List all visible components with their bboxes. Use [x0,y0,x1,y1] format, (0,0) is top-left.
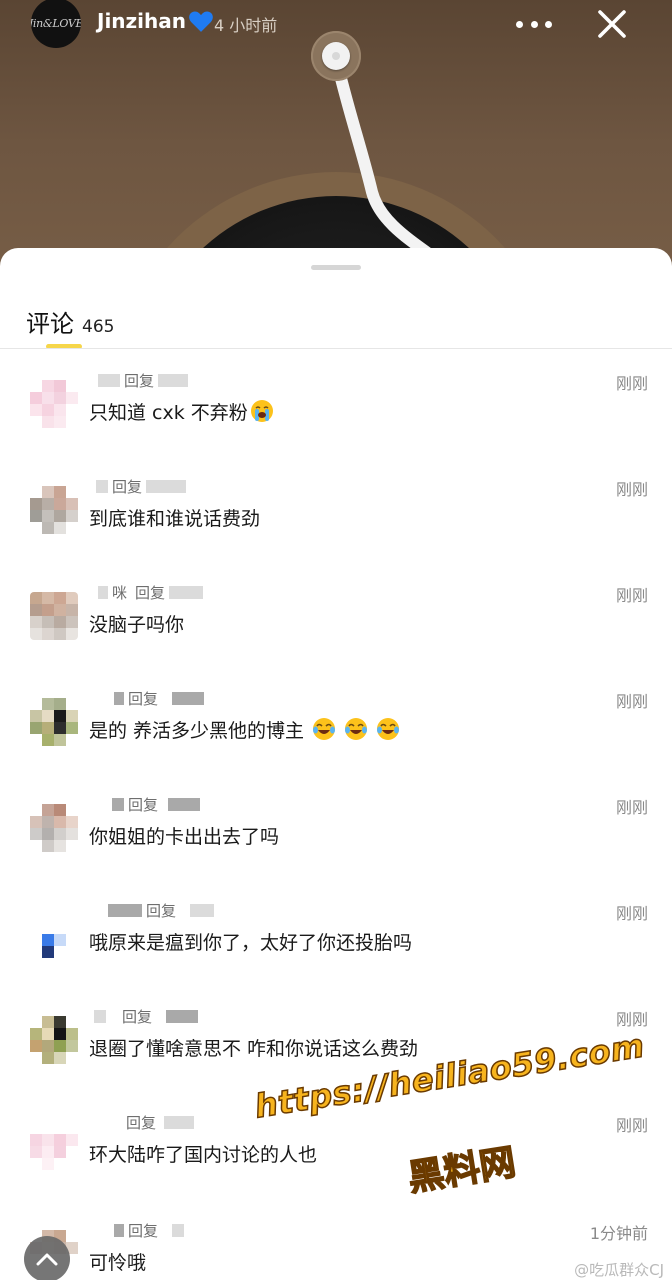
comment-text: 哦原来是瘟到你了，太好了你还投胎吗 [89,932,413,954]
author-name[interactable]: Jinzihan [97,9,214,33]
tears-of-joy-icon [345,718,368,740]
comment-text: 环大陆咋了国内讨论的人也 [89,1144,318,1166]
comment-item[interactable]: 回复 可怜哦 1分钟前 [0,1218,672,1280]
header-divider [0,348,672,349]
commenter-avatar[interactable] [30,910,78,958]
comment-text: 只知道 cxk 不弃粉 [89,398,274,425]
comment-meta: 咪 回复 [92,581,204,603]
username-fragment: 咪 [112,583,128,602]
commenter-avatar[interactable] [30,486,78,534]
comment-time: 刚刚 [615,374,648,393]
comments-sheet: 评论 465 回复 只知道 cxk 不弃粉 刚刚 回复 到底谁和谁说话费劲 刚刚… [0,248,672,1280]
redacted-username [98,585,108,599]
commenter-avatar[interactable] [30,592,78,640]
comment-time: 刚刚 [615,692,648,711]
comment-meta: 回复 [92,1219,185,1241]
sheet-grabber[interactable] [311,265,361,270]
comment-meta: 回复 [92,687,205,709]
redacted-username [146,479,187,493]
redacted-username [98,373,120,387]
comment-item[interactable]: 回复 你姐姐的卡出出去了吗 刚刚 [0,792,672,898]
comment-text: 到底谁和谁说话费劲 [89,508,261,530]
redacted-username [114,691,124,705]
author-avatar[interactable]: Jin&LOVE [31,0,81,48]
comment-meta: 回复 [92,1111,195,1133]
weibo-watermark: @吃瓜群众CJ [574,1261,664,1279]
comment-text: 是的 养活多少黑他的博主 [89,716,400,743]
redacted-username [96,479,108,493]
comment-meta: 回复 [92,899,215,921]
redacted-username [114,1223,124,1237]
redacted-username [168,797,201,811]
redacted-username [108,903,142,917]
scroll-to-top-button[interactable] [24,1236,70,1280]
comment-time: 刚刚 [615,480,648,499]
redacted-username [190,903,215,917]
reply-label: 回复 [135,583,166,602]
comment-meta: 回复 [92,793,201,815]
comments-tab[interactable]: 评论 465 [26,304,114,339]
reply-label: 回复 [128,1221,159,1240]
redacted-username [172,691,205,705]
reply-label: 回复 [146,901,177,920]
loudly-crying-face-icon [250,400,273,422]
redacted-username [158,373,189,387]
comment-meta: 回复 [92,1005,199,1027]
redacted-username [172,1223,185,1237]
close-icon[interactable] [594,6,630,42]
comment-time: 1分钟前 [589,1224,648,1243]
comment-text: 退圈了懂啥意思不 咋和你说话这么费劲 [89,1038,419,1060]
post-time: 4 小时前 [214,16,278,35]
comments-title: 评论 [26,310,74,338]
tears-of-joy-icon [377,718,400,740]
commenter-avatar[interactable] [30,1122,78,1170]
comment-time: 刚刚 [615,798,648,817]
reply-label: 回复 [128,689,159,708]
reply-label: 回复 [126,1113,157,1132]
reply-label: 回复 [128,795,159,814]
redacted-username [169,585,204,599]
commenter-avatar[interactable] [30,1016,78,1064]
comment-meta: 回复 [92,369,189,391]
redacted-username [94,1009,106,1023]
reply-label: 回复 [124,371,155,390]
more-icon[interactable] [514,12,554,36]
redacted-username [112,797,124,811]
username-label: Jinzihan [97,9,187,33]
reply-label: 回复 [122,1007,153,1026]
comment-item[interactable]: 回复 环大陆咋了国内讨论的人也 刚刚 [0,1110,672,1216]
comment-text: 可怜哦 [89,1252,147,1274]
comments-count: 465 [82,317,115,337]
comment-text: 你姐姐的卡出出去了吗 [89,826,280,848]
comment-time: 刚刚 [615,904,648,923]
post-header: Jin&LOVE Jinzihan 4 小时前 [0,0,672,48]
reply-label: 回复 [112,477,143,496]
redacted-username [166,1009,199,1023]
comment-item[interactable]: 回复 到底谁和谁说话费劲 刚刚 [0,474,672,580]
comment-item[interactable]: 回复 只知道 cxk 不弃粉 刚刚 [0,368,672,474]
comment-text: 没脑子吗你 [89,614,185,636]
comment-time: 刚刚 [615,1010,648,1029]
comment-time: 刚刚 [615,586,648,605]
comment-item[interactable]: 回复 哦原来是瘟到你了，太好了你还投胎吗 刚刚 [0,898,672,1004]
commenter-avatar[interactable] [30,698,78,746]
comment-item[interactable]: 回复 是的 养活多少黑他的博主 刚刚 [0,686,672,792]
commenter-avatar[interactable] [30,804,78,852]
commenter-avatar[interactable] [30,380,78,428]
tears-of-joy-icon [313,718,336,740]
comment-meta: 回复 [92,475,187,497]
comment-item[interactable]: 咪 回复 没脑子吗你 刚刚 [0,580,672,686]
blue-heart-icon [189,11,213,32]
chevron-up-icon [36,1253,58,1266]
comment-time: 刚刚 [615,1116,648,1135]
avatar-logo-text: Jin&LOVE [31,16,81,30]
redacted-username [164,1115,195,1129]
